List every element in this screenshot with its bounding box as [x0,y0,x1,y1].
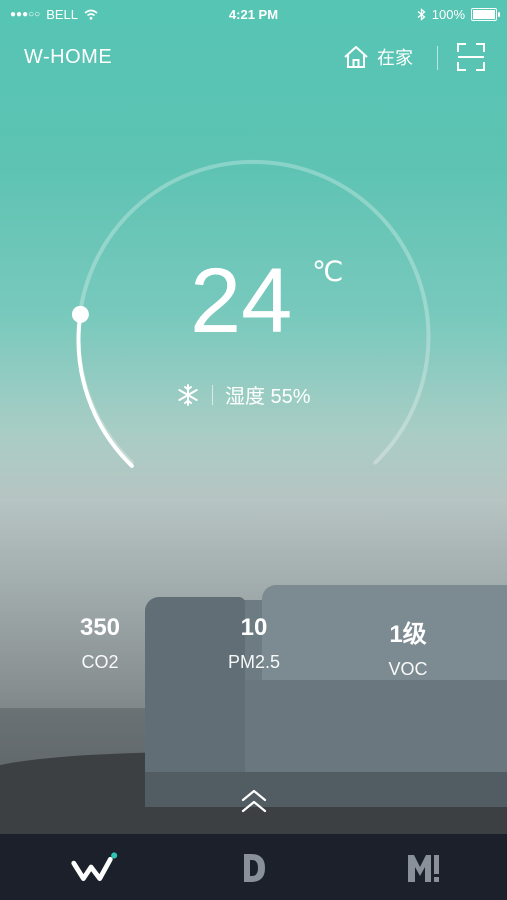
w-logo-icon [71,852,118,881]
tab-m[interactable] [398,848,448,888]
metric-pm25[interactable]: 10 PM2.5 [194,614,314,673]
sofa-seat [240,680,507,772]
metric-label: PM2.5 [227,652,281,672]
app-screen: ●●●○○ BELL 4:21 PM 100% W-HOME 在家 24 ℃ 湿… [0,0,507,834]
tab-w-home[interactable] [68,848,118,888]
battery-percent: 100% [431,7,465,22]
tab-d[interactable] [229,848,279,888]
d-logo-icon [244,854,265,882]
dial-progress [76,312,134,468]
home-mode-label: 在家 [377,48,413,68]
sofa-base [145,772,507,807]
temperature-value: 24 [190,250,293,352]
active-dot [111,852,118,859]
metric-value: 10 [240,614,268,641]
metric-value: 1级 [389,621,427,648]
home-mode-button[interactable]: 在家 [343,44,413,70]
metric-co2[interactable]: 350 CO2 [40,614,160,673]
metric-label: VOC [388,659,428,679]
snowflake-icon[interactable] [176,383,200,407]
battery-area: 100% [417,7,500,22]
bluetooth-icon [417,8,426,21]
bottom-tab-bar [0,834,507,900]
metric-label: CO2 [81,652,119,672]
metric-value: 350 [79,614,121,641]
dial-knob [71,305,89,323]
temperature-unit: ℃ [312,256,344,287]
mode-divider [212,384,213,405]
expand-up-icon[interactable] [240,786,268,816]
m-logo-icon [408,855,439,882]
scan-icon[interactable] [456,42,486,72]
header-divider [437,46,438,70]
brand-title: W-HOME [24,46,113,68]
status-bar: ●●●○○ BELL 4:21 PM 100% [0,0,507,30]
metric-voc[interactable]: 1级 VOC [348,614,468,680]
mode-row: 湿度 55% [176,380,311,409]
home-icon [344,46,368,68]
battery-icon [471,8,500,21]
humidity-label: 湿度 55% [225,386,311,408]
